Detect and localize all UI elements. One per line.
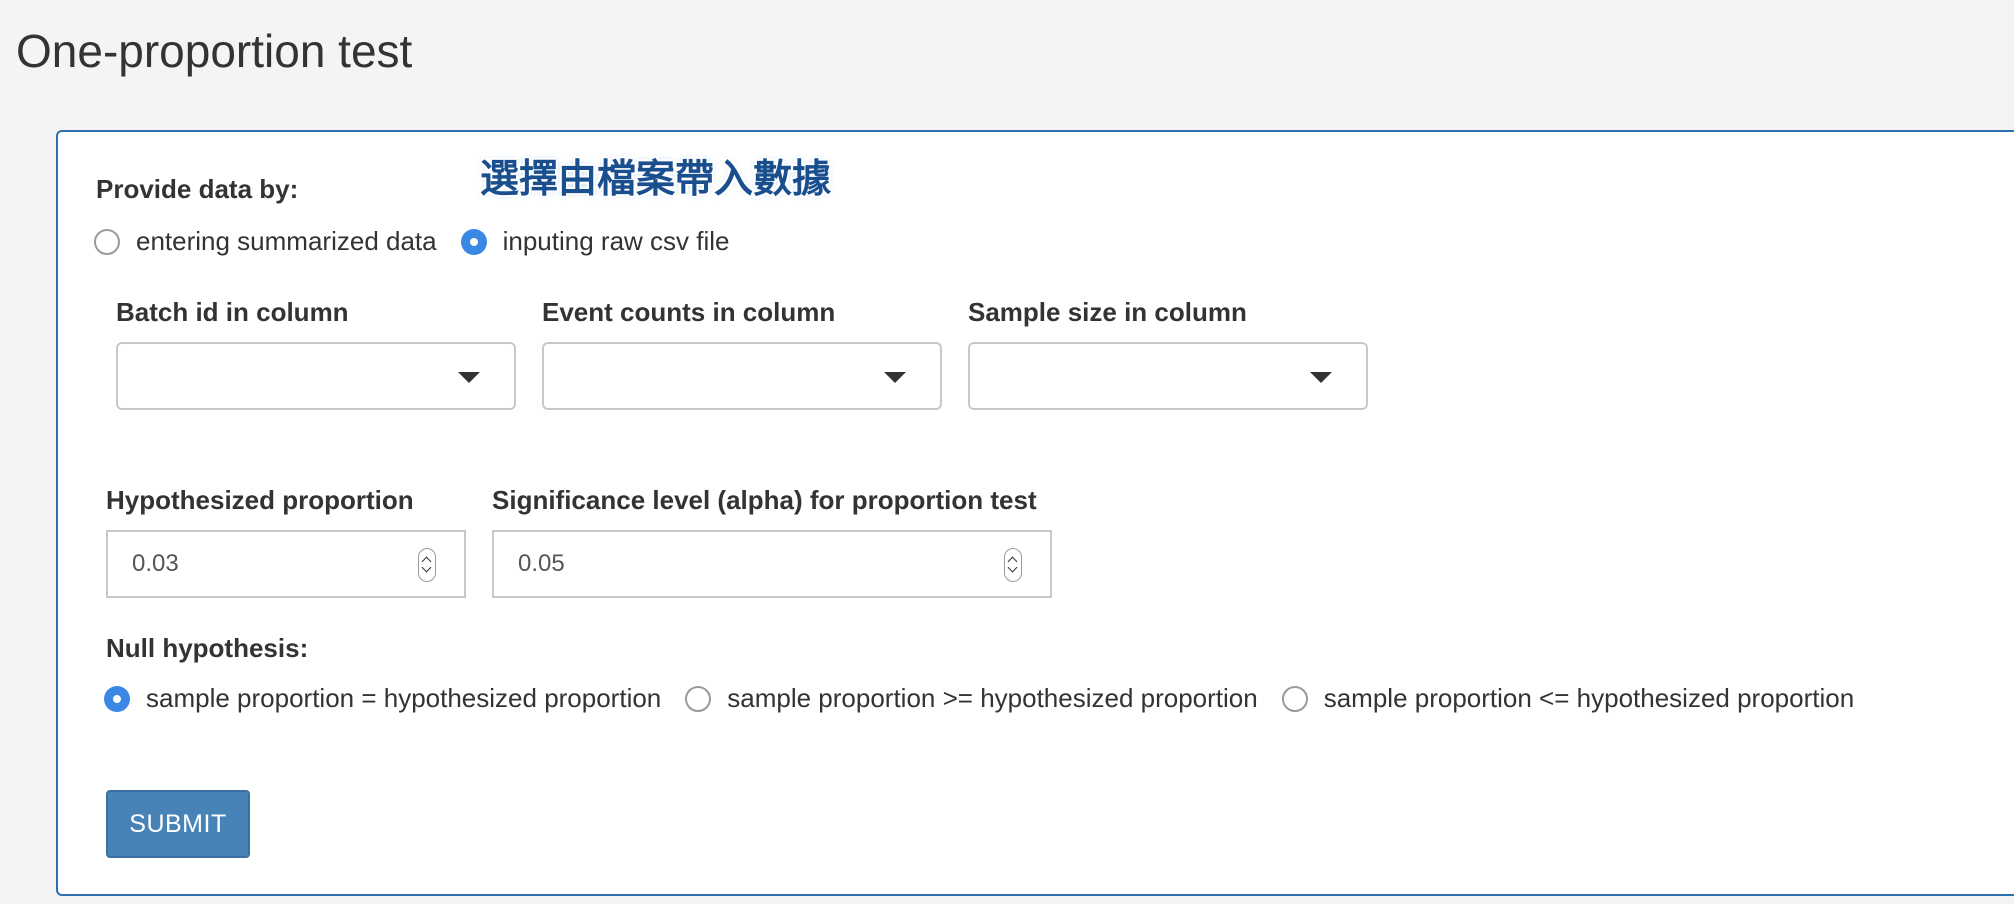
radio-option-raw-csv[interactable]: inputing raw csv file bbox=[460, 226, 730, 257]
null-hypothesis-label: Null hypothesis: bbox=[106, 633, 309, 663]
radio-option-summarized[interactable]: entering summarized data bbox=[94, 226, 437, 257]
radio-summarized-label: entering summarized data bbox=[136, 226, 437, 256]
number-spinner-icon[interactable] bbox=[1004, 548, 1022, 582]
radio-greater-equal[interactable] bbox=[685, 685, 712, 712]
provide-data-label: Provide data by: bbox=[96, 174, 299, 204]
radio-summarized[interactable] bbox=[94, 228, 120, 255]
sample-size-select[interactable] bbox=[968, 342, 1368, 410]
significance-level-value: 0.05 bbox=[518, 550, 565, 577]
radio-less-equal-label: sample proportion <= hypothesized propor… bbox=[1323, 683, 1855, 713]
hypothesized-proportion-value: 0.03 bbox=[132, 550, 179, 577]
provide-data-radio-group: entering summarized data inputing raw cs… bbox=[94, 226, 754, 257]
radio-option-greater-equal[interactable]: sample proportion >= hypothesized propor… bbox=[685, 683, 1258, 714]
event-counts-select[interactable] bbox=[542, 342, 942, 410]
radio-option-less-equal[interactable]: sample proportion <= hypothesized propor… bbox=[1281, 683, 1855, 714]
submit-button[interactable]: SUBMIT bbox=[106, 790, 250, 858]
chevron-down-icon bbox=[1310, 372, 1332, 383]
radio-less-equal[interactable] bbox=[1281, 685, 1308, 712]
radio-raw-csv[interactable] bbox=[460, 228, 487, 255]
hypothesized-proportion-label: Hypothesized proportion bbox=[106, 485, 414, 515]
radio-raw-csv-label: inputing raw csv file bbox=[502, 226, 730, 256]
sample-size-label: Sample size in column bbox=[968, 297, 1247, 327]
annotation-callout: 選擇由檔案帶入數據 bbox=[480, 158, 832, 201]
page-title: One-proportion test bbox=[16, 25, 413, 77]
radio-option-equal[interactable]: sample proportion = hypothesized proport… bbox=[104, 683, 661, 714]
chevron-down-icon bbox=[884, 372, 906, 383]
radio-equal-label: sample proportion = hypothesized proport… bbox=[146, 683, 662, 713]
significance-level-input[interactable]: 0.05 bbox=[492, 530, 1052, 598]
significance-level-label: Significance level (alpha) for proportio… bbox=[492, 485, 1037, 515]
chevron-down-icon bbox=[458, 372, 480, 383]
radio-equal[interactable] bbox=[104, 685, 130, 712]
number-spinner-icon[interactable] bbox=[418, 548, 436, 582]
batch-id-select[interactable] bbox=[116, 342, 516, 410]
radio-greater-equal-label: sample proportion >= hypothesized propor… bbox=[727, 683, 1258, 713]
batch-id-label: Batch id in column bbox=[116, 297, 349, 327]
null-hypothesis-radio-group: sample proportion = hypothesized proport… bbox=[104, 683, 1878, 714]
event-counts-label: Event counts in column bbox=[542, 297, 836, 327]
hypothesized-proportion-input[interactable]: 0.03 bbox=[106, 530, 466, 598]
